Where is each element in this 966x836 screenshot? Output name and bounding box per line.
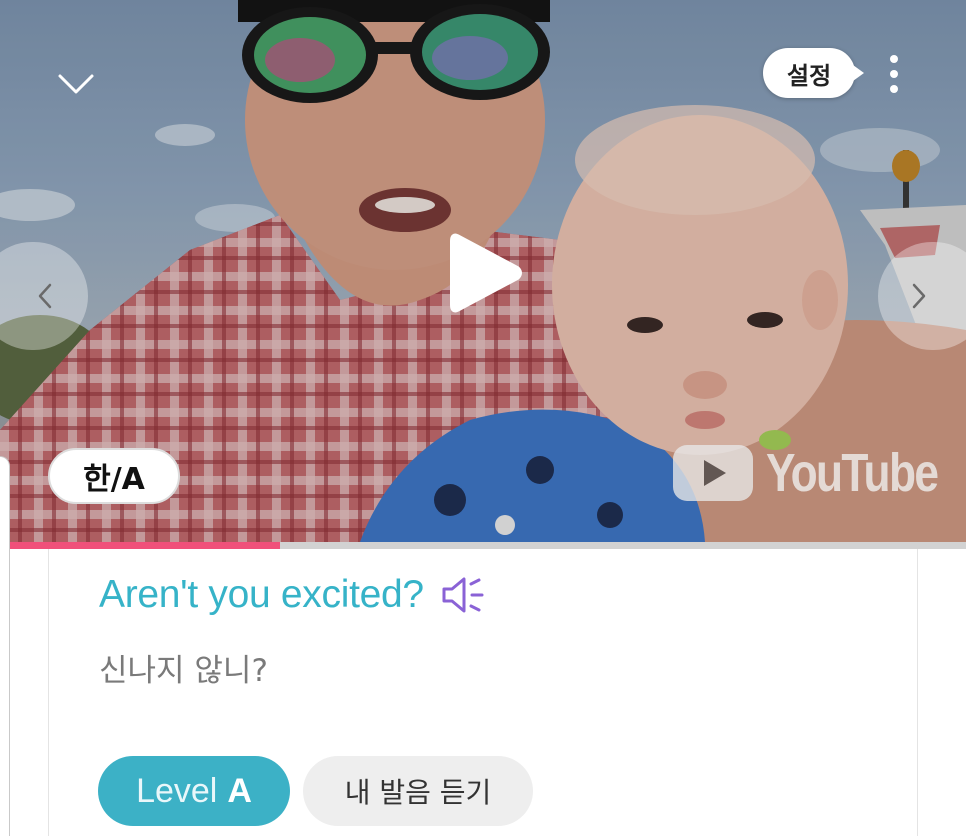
video-player[interactable]: 설정 한/A YouTube: [0, 0, 966, 542]
chevron-left-icon: [38, 283, 52, 309]
level-value: A: [227, 771, 252, 810]
chevron-right-icon: [912, 283, 926, 309]
more-vertical-icon: [890, 55, 898, 93]
collapse-button[interactable]: [48, 56, 104, 112]
chevron-down-icon: [58, 74, 94, 94]
youtube-watermark: YouTube: [672, 438, 966, 508]
play-icon: [450, 233, 522, 313]
level-prefix: Level: [136, 771, 218, 810]
sentence-row: Aren't you excited?: [99, 573, 486, 617]
play-button[interactable]: [440, 228, 530, 318]
youtube-logo-icon: [673, 445, 753, 501]
app-root: 설정 한/A YouTube Aren't you excited? 신나지 않…: [0, 0, 966, 836]
video-progress-fill: [0, 542, 281, 549]
level-button[interactable]: Level A: [98, 756, 290, 826]
speaker-icon: [442, 577, 484, 613]
more-options-button[interactable]: [872, 48, 916, 100]
video-progress-bar[interactable]: [0, 542, 966, 549]
listen-my-pronunciation-button[interactable]: 내 발음 듣기: [303, 756, 533, 826]
previous-card-edge: [0, 456, 10, 836]
youtube-watermark-text: YouTube: [766, 443, 939, 503]
sentence-english: Aren't you excited?: [99, 573, 424, 616]
sentence-card: Aren't you excited? 신나지 않니? Level A 내 발음…: [48, 549, 918, 836]
language-toggle-button[interactable]: 한/A: [48, 448, 180, 504]
play-audio-button[interactable]: [440, 575, 486, 615]
settings-tooltip[interactable]: 설정: [763, 48, 865, 98]
sentence-korean: 신나지 않니?: [99, 653, 268, 689]
